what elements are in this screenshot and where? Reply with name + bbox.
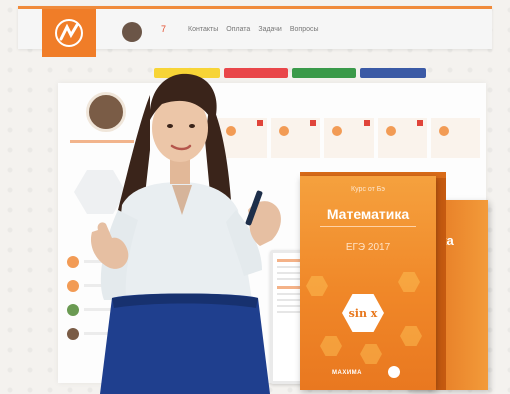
formula-label: sin x bbox=[348, 306, 378, 320]
product-year: ЕГЭ 2017 bbox=[345, 242, 391, 253]
product-box[interactable]: Курс от Бэ Математика ЕГЭ 2017 sin x МАХ… bbox=[300, 176, 436, 390]
divider bbox=[320, 226, 416, 227]
product-subtitle: Курс от Бэ bbox=[351, 186, 385, 193]
brand-label: МАХИМА bbox=[332, 370, 362, 376]
brand-logo-icon bbox=[388, 366, 400, 378]
product-title: Математика bbox=[326, 206, 410, 222]
formula-hexagon-icon: sin x bbox=[342, 294, 384, 332]
